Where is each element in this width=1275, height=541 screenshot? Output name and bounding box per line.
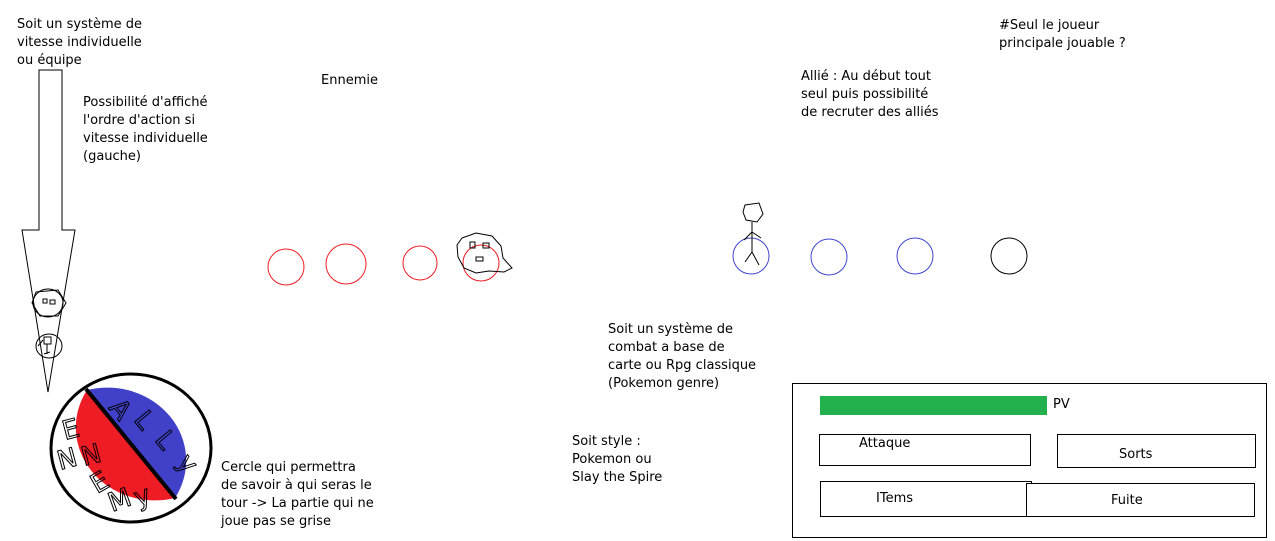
flee-button[interactable]: Fuite: [1026, 483, 1255, 517]
enemy-letter-2: N: [54, 443, 81, 477]
attack-button[interactable]: Attaque: [819, 434, 1031, 466]
note-ally: Allié : Au début tout seul puis possibil…: [801, 69, 939, 120]
spells-button[interactable]: Sorts: [1057, 434, 1256, 468]
note-combat-system: Soit un système de combat a base de cart…: [608, 322, 757, 391]
note-action-order: Possibilité d'affiché l'ordre d'action s…: [83, 95, 208, 164]
ally-letter-3: L: [149, 425, 182, 456]
hp-bar-fill: [820, 396, 1047, 415]
label-enemy: Ennemie: [321, 73, 378, 88]
enemy-letter-1: E: [59, 414, 83, 447]
note-speed-system: Soit un système de vitesse individuelle …: [17, 17, 143, 68]
attack-button-label: Attaque: [859, 436, 911, 451]
note-style: Soit style : Pokemon ou Slay the Spire: [572, 434, 663, 485]
note-main-player: #Seul le joueur principale jouable ?: [999, 18, 1126, 51]
items-button-label: ITems: [876, 491, 914, 506]
spells-button-label: Sorts: [1119, 447, 1153, 462]
note-turn-circle: Cercle qui permettra de savoir à qui ser…: [221, 460, 374, 529]
hp-label: PV: [1053, 397, 1070, 412]
flee-button-label: Fuite: [1111, 493, 1143, 508]
items-button[interactable]: ITems: [820, 481, 1032, 517]
ally-letter-4: y: [171, 448, 204, 479]
hp-bar: [820, 396, 1047, 415]
